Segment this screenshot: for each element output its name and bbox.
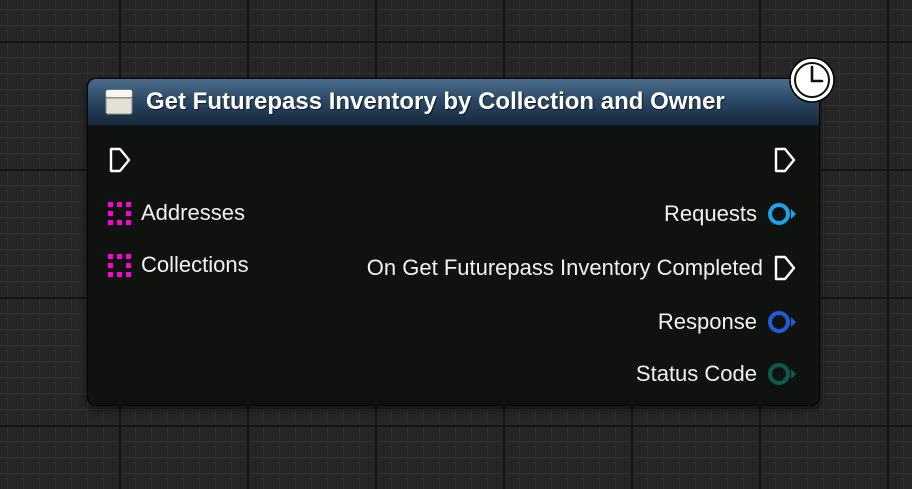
on-completed-output-pin[interactable]: On Get Futurepass Inventory Completed <box>367 253 797 283</box>
clock-icon <box>789 57 835 103</box>
data-pin-icon <box>768 311 796 333</box>
exec-pin-icon <box>774 255 796 281</box>
exec-output-pin[interactable] <box>773 145 797 175</box>
array-pin-icon <box>108 201 131 225</box>
function-node-icon <box>105 89 133 115</box>
graph-canvas[interactable]: Get Futurepass Inventory by Collection a… <box>0 0 912 489</box>
exec-pin-icon <box>109 147 131 173</box>
addresses-input-pin[interactable]: Addresses <box>108 198 245 228</box>
status-code-output-pin[interactable]: Status Code <box>636 359 797 389</box>
requests-label: Requests <box>664 201 757 226</box>
node-header[interactable]: Get Futurepass Inventory by Collection a… <box>88 79 819 126</box>
exec-input-pin[interactable] <box>108 145 132 175</box>
data-pin-icon <box>768 203 796 225</box>
exec-pin-icon <box>774 147 796 173</box>
array-pin-icon <box>108 253 131 277</box>
on-completed-label: On Get Futurepass Inventory Completed <box>366 255 763 280</box>
collections-label: Collections <box>141 252 249 277</box>
addresses-label: Addresses <box>141 200 245 225</box>
data-pin-icon <box>768 363 796 385</box>
response-label: Response <box>657 309 757 334</box>
response-output-pin[interactable]: Response <box>658 307 797 337</box>
blueprint-node[interactable]: Get Futurepass Inventory by Collection a… <box>87 78 820 406</box>
collections-input-pin[interactable]: Collections <box>108 250 249 280</box>
status-code-label: Status Code <box>635 361 757 386</box>
node-title: Get Futurepass Inventory by Collection a… <box>146 88 725 115</box>
requests-output-pin[interactable]: Requests <box>664 199 797 229</box>
